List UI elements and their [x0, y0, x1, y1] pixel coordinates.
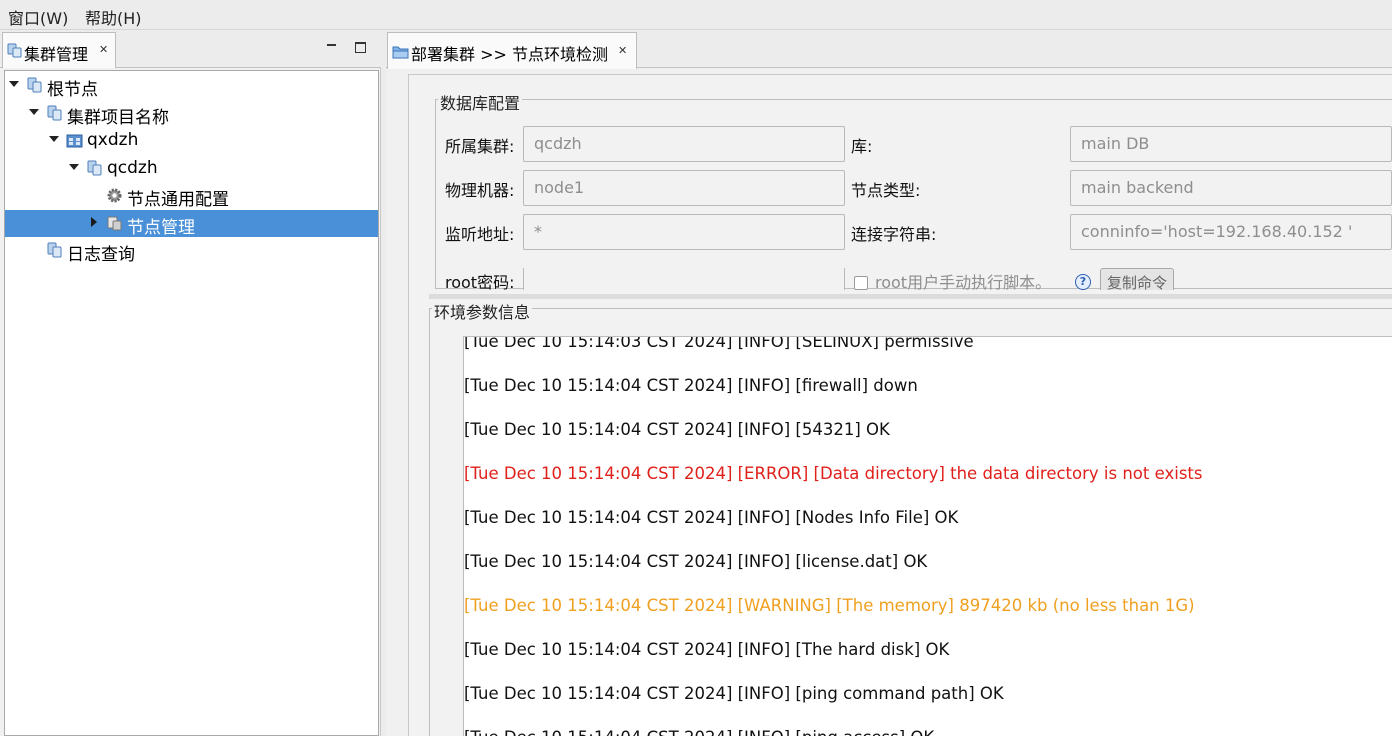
log-line: [Tue Dec 10 15:14:04 CST 2024] [INFO] [5… — [464, 420, 890, 439]
tab-cluster-management[interactable]: 集群管理 ✕ — [2, 32, 116, 68]
conninfo-label: 连接字符串: — [851, 225, 937, 244]
editor-area: 部署集群 >> 节点环境检测 ✕ 数据库配置 所属集群: qcdzh 库: ma… — [386, 30, 1392, 736]
log-line: [Tue Dec 10 15:14:04 CST 2024] [ERROR] [… — [464, 464, 1203, 483]
copy-command-button[interactable]: 复制命令 — [1100, 268, 1174, 290]
tab-cluster-management-label: 集群管理 — [24, 45, 89, 64]
log-line: [Tue Dec 10 15:14:04 CST 2024] [INFO] [l… — [464, 552, 928, 571]
editor-tab-bar: 部署集群 >> 节点环境检测 ✕ — [386, 30, 1392, 69]
db-label: 库: — [851, 137, 873, 156]
folder-icon — [392, 44, 409, 63]
listen-address-field[interactable]: * — [523, 214, 845, 250]
cluster-management-view: 集群管理 ✕ 根节点集群项目名称 qxdzh qcdzh 节点通用配置 节点管理日志查询 — [0, 30, 381, 736]
menu-window[interactable]: 窗口(W) — [8, 5, 68, 29]
cluster-group-icon — [66, 132, 83, 149]
node-type-label: 节点类型: — [851, 181, 921, 200]
tree-item-label: 集群项目名称 — [67, 107, 169, 128]
close-icon[interactable]: ✕ — [618, 44, 627, 57]
tree-item-label: 节点通用配置 — [127, 190, 229, 210]
machine-label: 物理机器: — [445, 181, 515, 200]
root-password-input[interactable] — [523, 268, 845, 290]
tree-item-label: 日志查询 — [67, 245, 135, 265]
tree-item[interactable]: 节点管理 — [5, 209, 378, 238]
cluster-label: 所属集群: — [445, 137, 515, 156]
tab-node-env-check[interactable]: 部署集群 >> 节点环境检测 ✕ — [387, 32, 637, 69]
chevron-right-icon[interactable] — [91, 216, 97, 227]
root-password-label: root密码: — [445, 273, 515, 290]
db-field[interactable]: main DB — [1070, 126, 1392, 162]
maximize-button[interactable] — [353, 39, 367, 53]
tree-item[interactable]: 节点通用配置 — [5, 182, 378, 210]
tree-item-label: qcdzh — [107, 157, 158, 178]
cluster-field[interactable]: qcdzh — [523, 126, 845, 162]
tree-item[interactable]: 根节点 — [5, 72, 378, 100]
conninfo-field[interactable]: conninfo='host=192.168.40.152 ' — [1070, 214, 1392, 250]
manual-script-checkbox[interactable] — [854, 276, 868, 290]
chevron-down-icon[interactable] — [49, 136, 59, 142]
node-type-field[interactable]: main backend — [1070, 170, 1392, 206]
tree-item-label: 节点管理 — [127, 217, 195, 238]
listen-address-label: 监听地址: — [445, 225, 515, 244]
tree-item[interactable]: qcdzh — [5, 155, 378, 182]
log-icon — [46, 242, 63, 259]
cluster-node-icon — [26, 77, 43, 94]
manual-script-label: root用户手动执行脚本。 — [875, 273, 1052, 290]
log-line: [Tue Dec 10 15:14:04 CST 2024] [WARNING]… — [464, 596, 1195, 615]
log-line: [Tue Dec 10 15:14:04 CST 2024] [INFO] [p… — [464, 684, 1004, 703]
db-config-group: 数据库配置 所属集群: qcdzh 库: main DB 物理机器: node1… — [435, 90, 1392, 290]
log-line: [Tue Dec 10 15:14:03 CST 2024] [INFO] [S… — [464, 336, 974, 351]
node-manage-icon — [106, 215, 123, 232]
tree-item-label: qxdzh — [87, 130, 139, 150]
tree-item-label: 根节点 — [47, 80, 98, 100]
machine-field[interactable]: node1 — [523, 170, 845, 206]
env-info-title: 环境参数信息 — [432, 299, 533, 323]
help-icon[interactable]: ? — [1075, 274, 1091, 290]
minimize-button[interactable] — [325, 39, 339, 53]
cluster-node-icon — [7, 43, 22, 62]
tree-item[interactable]: 日志查询 — [5, 237, 378, 265]
log-line: [Tue Dec 10 15:14:04 CST 2024] [INFO] [p… — [464, 727, 934, 736]
view-tab-bar: 集群管理 ✕ — [0, 30, 381, 68]
close-icon[interactable]: ✕ — [99, 43, 108, 56]
tab-node-env-check-label: 部署集群 >> 节点环境检测 — [411, 45, 608, 64]
section-divider[interactable] — [429, 294, 1392, 299]
cluster-node-icon — [46, 105, 63, 122]
env-info-group: 环境参数信息 [Tue Dec 10 15:14:03 CST 2024] [I… — [429, 299, 1392, 736]
cluster-tree: 根节点集群项目名称 qxdzh qcdzh 节点通用配置 节点管理日志查询 — [4, 70, 379, 736]
editor-content: 数据库配置 所属集群: qcdzh 库: main DB 物理机器: node1… — [408, 74, 1392, 736]
chevron-down-icon[interactable] — [29, 108, 39, 115]
log-line: [Tue Dec 10 15:14:04 CST 2024] [INFO] [N… — [464, 508, 959, 527]
cluster-node-icon — [86, 160, 103, 177]
gear-icon — [106, 187, 123, 204]
root-password-row: root密码: root用户手动执行脚本。 ? 复制命令 — [436, 268, 1392, 290]
menu-bar: 窗口(W) 帮助(H) — [0, 0, 1392, 30]
chevron-down-icon[interactable] — [69, 163, 79, 170]
tree-item[interactable]: 集群项目名称 — [5, 100, 378, 128]
log-line: [Tue Dec 10 15:14:04 CST 2024] [INFO] [T… — [464, 640, 950, 659]
log-output[interactable]: [Tue Dec 10 15:14:03 CST 2024] [INFO] [S… — [463, 336, 1392, 736]
menu-help[interactable]: 帮助(H) — [85, 5, 142, 29]
tree-item[interactable]: qxdzh — [5, 127, 378, 154]
db-config-title: 数据库配置 — [438, 90, 523, 114]
log-line: [Tue Dec 10 15:14:04 CST 2024] [INFO] [f… — [464, 376, 918, 395]
chevron-down-icon[interactable] — [9, 81, 19, 87]
